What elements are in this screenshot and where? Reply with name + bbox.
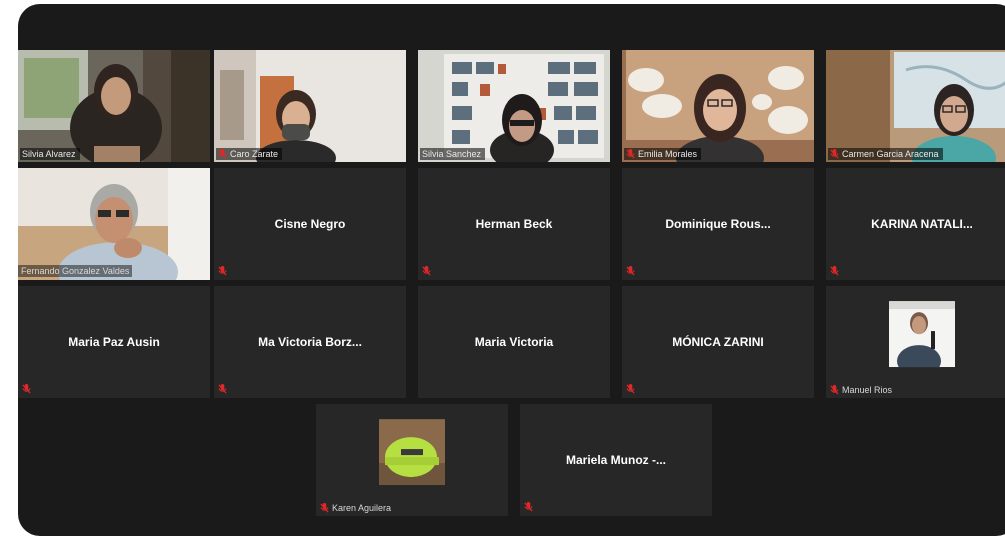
microphone-muted-icon: [830, 266, 839, 276]
participant-tile-silvia-alvarez[interactable]: Silvia Alvarez: [18, 50, 210, 162]
participant-tile-mariela-munoz[interactable]: Mariela Munoz -...: [520, 404, 712, 516]
participant-name: Cisne Negro: [274, 217, 346, 231]
participant-video: [18, 50, 210, 162]
microphone-muted-icon: [422, 266, 431, 276]
participant-video: [18, 168, 210, 280]
microphone-muted-icon: [320, 503, 329, 513]
participant-tile-monica-zarini[interactable]: MÓNICA ZARINI: [622, 286, 814, 398]
participant-avatar: [379, 419, 445, 486]
participant-name: MÓNICA ZARINI: [672, 335, 764, 349]
participant-tile-emilia-morales[interactable]: Emilia Morales: [622, 50, 814, 162]
microphone-muted-icon: [626, 384, 635, 394]
participant-name: Karen Aguilera: [332, 503, 392, 513]
participant-name: Silvia Alvarez: [22, 149, 76, 159]
participant-tile-dominique[interactable]: Dominique Rous...: [622, 168, 814, 280]
meeting-window: Silvia Alvarez Caro Zarate Silvia Sanche…: [18, 4, 1005, 536]
participant-video: [622, 50, 814, 162]
microphone-muted-icon: [218, 266, 227, 276]
participant-tile-fernando-gonzalez[interactable]: Fernando Gonzalez Valdes: [18, 168, 210, 280]
participant-name: Herman Beck: [475, 217, 553, 231]
microphone-muted-icon: [830, 385, 839, 395]
participant-tile-herman-beck[interactable]: Herman Beck: [418, 168, 610, 280]
microphone-muted-icon: [524, 502, 533, 512]
participant-name: Maria Victoria: [474, 335, 554, 349]
participant-tile-cisne-negro[interactable]: Cisne Negro: [214, 168, 406, 280]
participant-name: Dominique Rous...: [665, 217, 771, 231]
participant-name: Ma Victoria Borz...: [258, 335, 362, 349]
participant-video: [826, 50, 1005, 162]
participant-tile-silvia-sanchez[interactable]: Silvia Sanchez: [418, 50, 610, 162]
microphone-muted-icon: [830, 149, 839, 159]
participant-name: Manuel Rios: [842, 385, 893, 395]
participant-tile-maria-paz-ausin[interactable]: Maria Paz Ausin: [18, 286, 210, 398]
microphone-muted-icon: [218, 384, 227, 394]
participant-name-tag: Silvia Alvarez: [20, 148, 80, 160]
participant-name-tag: Manuel Rios: [830, 385, 892, 395]
participant-name: Caro Zarate: [230, 149, 279, 159]
participant-name-tag: Caro Zarate: [216, 148, 283, 160]
participant-name: Emilia Morales: [638, 149, 698, 159]
participant-tile-ma-victoria-borz[interactable]: Ma Victoria Borz...: [214, 286, 406, 398]
participant-tile-karina[interactable]: KARINA NATALI...: [826, 168, 1005, 280]
participant-name: KARINA NATALI...: [871, 217, 973, 231]
microphone-muted-icon: [218, 149, 227, 159]
participant-tile-karen-aguilera[interactable]: Karen Aguilera: [316, 404, 508, 516]
participant-name: Mariela Munoz -...: [565, 453, 666, 467]
participant-name: Carmen Garcia Aracena: [842, 149, 939, 159]
participant-name-tag: Carmen Garcia Aracena: [828, 148, 943, 160]
microphone-muted-icon: [626, 149, 635, 159]
participant-tile-carmen-garcia[interactable]: Carmen Garcia Aracena: [826, 50, 1005, 162]
participant-name: Maria Paz Ausin: [68, 335, 160, 349]
participant-avatar: [889, 301, 955, 368]
participant-tile-caro-zarate[interactable]: Caro Zarate: [214, 50, 406, 162]
participant-name-tag: Emilia Morales: [624, 148, 702, 160]
participant-video: [418, 50, 610, 162]
participant-video: [214, 50, 406, 162]
participant-name-tag: Fernando Gonzalez Valdes: [18, 265, 133, 277]
participant-name: Silvia Sanchez: [422, 149, 482, 159]
participant-tile-manuel-rios[interactable]: Manuel Rios: [826, 286, 1005, 398]
microphone-muted-icon: [22, 384, 31, 394]
participant-tile-maria-victoria[interactable]: Maria Victoria: [418, 286, 610, 398]
participant-name: Fernando Gonzalez Valdes: [21, 266, 130, 276]
participant-name-tag: Silvia Sanchez: [420, 148, 486, 160]
participant-name-tag: Karen Aguilera: [320, 503, 391, 513]
microphone-muted-icon: [626, 266, 635, 276]
